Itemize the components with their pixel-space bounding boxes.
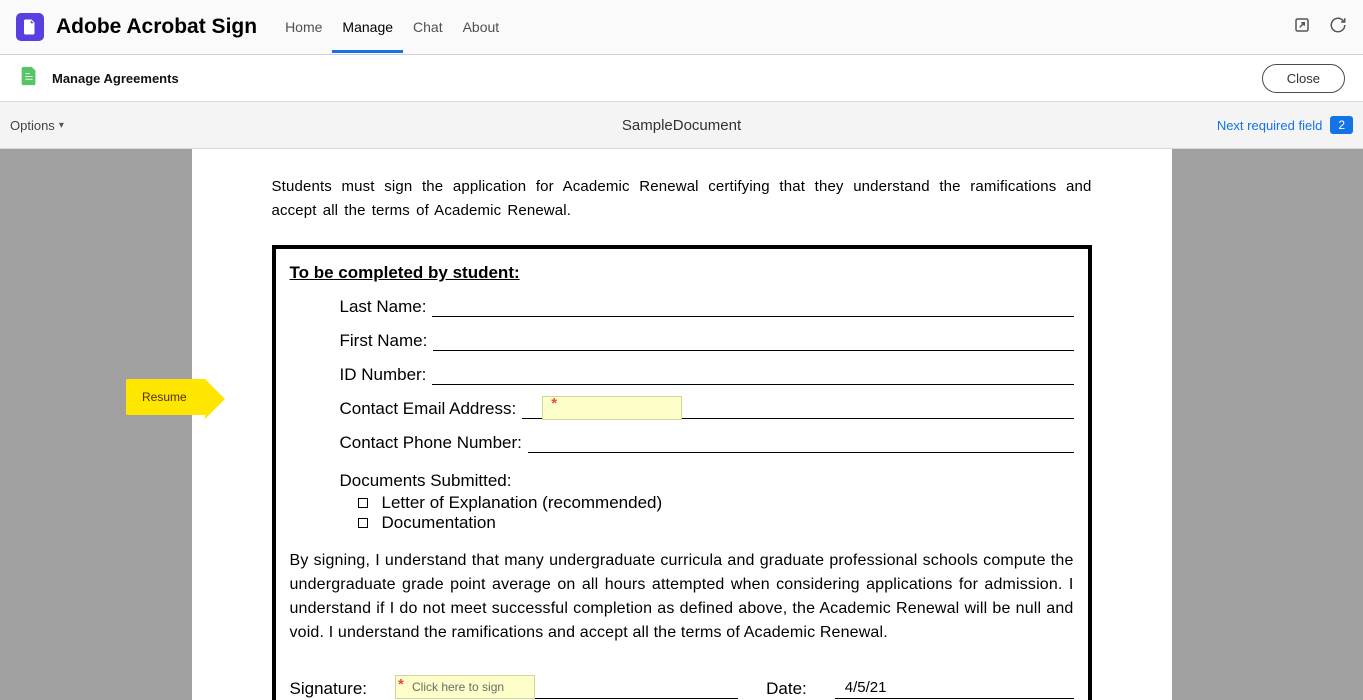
chevron-down-icon: ▾ bbox=[59, 120, 64, 131]
field-last-name: Last Name: bbox=[290, 297, 1074, 317]
checkbox-icon[interactable] bbox=[358, 518, 368, 528]
email-input-highlight[interactable]: * bbox=[542, 396, 682, 420]
acrobat-logo-icon bbox=[16, 13, 44, 41]
document-title: SampleDocument bbox=[622, 117, 741, 134]
required-asterisk-icon: * bbox=[398, 676, 404, 693]
id-number-label: ID Number: bbox=[340, 365, 433, 385]
sign-placeholder: Click here to sign bbox=[412, 680, 504, 694]
date-value: 4/5/21 bbox=[845, 679, 887, 696]
section-heading: To be completed by student: bbox=[290, 263, 1074, 283]
email-label: Contact Email Address: bbox=[340, 399, 523, 419]
first-name-line bbox=[433, 333, 1073, 351]
signature-line: * Click here to sign bbox=[395, 677, 738, 699]
required-count-badge: 2 bbox=[1330, 116, 1353, 134]
document-page: Students must sign the application for A… bbox=[192, 149, 1172, 700]
resume-flag-label: Resume bbox=[142, 390, 187, 404]
required-asterisk-icon: * bbox=[551, 395, 557, 412]
field-id-number: ID Number: bbox=[290, 365, 1074, 385]
options-dropdown[interactable]: Options ▾ bbox=[10, 118, 64, 133]
last-name-label: Last Name: bbox=[340, 297, 433, 317]
id-number-line bbox=[432, 367, 1073, 385]
next-required-field-button[interactable]: Next required field 2 bbox=[1217, 116, 1353, 134]
field-phone: Contact Phone Number: bbox=[290, 433, 1074, 453]
phone-line bbox=[528, 435, 1074, 453]
date-label: Date: bbox=[766, 679, 807, 699]
nav-manage[interactable]: Manage bbox=[332, 1, 403, 53]
refresh-icon[interactable] bbox=[1329, 16, 1347, 39]
document-toolbar: Options ▾ SampleDocument Next required f… bbox=[0, 102, 1363, 149]
phone-label: Contact Phone Number: bbox=[340, 433, 528, 453]
agreement-icon bbox=[18, 65, 40, 92]
field-email: Contact Email Address: * bbox=[290, 399, 1074, 419]
signature-label: Signature: bbox=[290, 679, 368, 699]
nav-chat[interactable]: Chat bbox=[403, 1, 453, 53]
options-label: Options bbox=[10, 118, 55, 133]
first-name-label: First Name: bbox=[340, 331, 434, 351]
doc-item-letter: Letter of Explanation (recommended) bbox=[340, 493, 1074, 513]
app-topbar: Adobe Acrobat Sign Home Manage Chat Abou… bbox=[0, 0, 1363, 55]
nav-about[interactable]: About bbox=[453, 1, 510, 53]
app-title: Adobe Acrobat Sign bbox=[56, 15, 257, 39]
close-button[interactable]: Close bbox=[1262, 64, 1345, 93]
signature-row: Signature: * Click here to sign Date: 4/… bbox=[290, 677, 1074, 699]
signature-input-highlight[interactable]: * Click here to sign bbox=[395, 675, 535, 699]
sub-header: Manage Agreements Close bbox=[0, 55, 1363, 102]
documents-submitted: Documents Submitted: Letter of Explanati… bbox=[290, 471, 1074, 533]
checkbox-icon[interactable] bbox=[358, 498, 368, 508]
doc-item-label: Letter of Explanation (recommended) bbox=[382, 493, 663, 513]
intro-paragraph: Students must sign the application for A… bbox=[272, 175, 1092, 223]
date-line: 4/5/21 bbox=[835, 677, 1074, 699]
by-signing-paragraph: By signing, I understand that many under… bbox=[290, 549, 1074, 645]
document-viewport: Resume Students must sign the applicatio… bbox=[0, 149, 1363, 700]
sub-header-title: Manage Agreements bbox=[52, 71, 179, 86]
student-form-box: To be completed by student: Last Name: F… bbox=[272, 245, 1092, 700]
popout-icon[interactable] bbox=[1293, 16, 1311, 39]
docs-submitted-title: Documents Submitted: bbox=[340, 471, 1074, 491]
email-line: * bbox=[522, 401, 1073, 419]
doc-item-label: Documentation bbox=[382, 513, 496, 533]
resume-flag[interactable]: Resume bbox=[126, 379, 205, 415]
next-required-label: Next required field bbox=[1217, 118, 1323, 133]
doc-item-documentation: Documentation bbox=[340, 513, 1074, 533]
nav-home[interactable]: Home bbox=[275, 1, 332, 53]
field-first-name: First Name: bbox=[290, 331, 1074, 351]
last-name-line bbox=[432, 299, 1073, 317]
